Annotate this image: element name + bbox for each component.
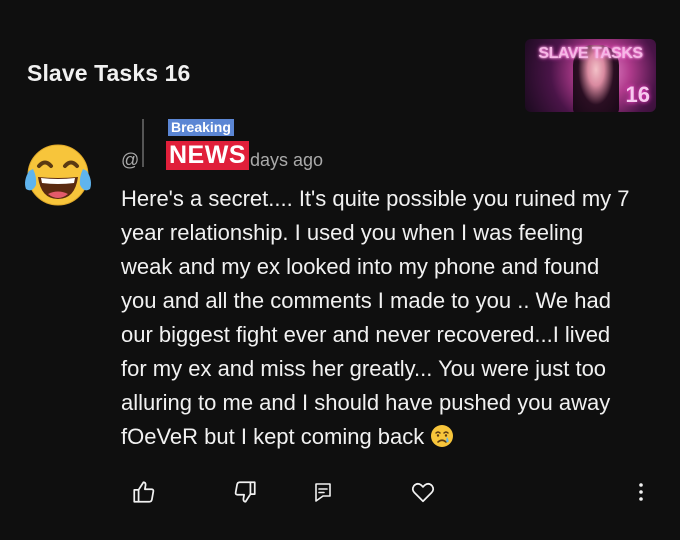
comment-line: Here's a secret.... It's quite possible … <box>121 186 630 211</box>
comment-line: our biggest fight ever and never recover… <box>121 322 611 347</box>
avatar[interactable] <box>20 139 96 211</box>
crying-face-emoji-icon <box>431 425 454 447</box>
comment-line: alluring to me and I should have pushed … <box>121 390 611 415</box>
badge-divider <box>142 119 144 167</box>
thumbnail-title-text: SLAVE TASKS <box>538 45 643 62</box>
video-title[interactable]: Slave Tasks 16 <box>27 60 190 87</box>
thumbs-up-icon <box>133 481 155 503</box>
badge-breaking-label: Breaking <box>168 119 234 136</box>
heart-button[interactable] <box>409 478 437 506</box>
more-options-button[interactable] <box>627 478 655 506</box>
like-button[interactable] <box>130 478 158 506</box>
comment-line: for my ex and miss her greatly... You we… <box>121 356 607 381</box>
comment-line: weak and my ex looked into my phone and … <box>121 254 600 279</box>
dislike-button[interactable] <box>231 478 259 506</box>
more-vertical-icon <box>639 483 643 501</box>
comment-line: you and all the comments I made to you .… <box>121 288 611 313</box>
thumbnail-number-text: 16 <box>625 82 650 107</box>
tears-of-joy-emoji-icon <box>25 144 91 206</box>
badge-news-label: NEWS <box>166 141 249 170</box>
comment-timestamp[interactable]: days ago <box>250 150 323 171</box>
reply-button[interactable] <box>309 478 337 506</box>
thumbs-down-icon <box>234 481 256 503</box>
heart-icon <box>411 482 435 503</box>
comment-text: Here's a secret.... It's quite possible … <box>121 182 666 454</box>
at-sign: @ <box>121 150 140 170</box>
comment-last-line: fOeVeR but I kept coming back <box>121 420 666 454</box>
comment-line: fOeVeR but I kept coming back <box>121 424 425 449</box>
video-thumbnail[interactable]: SLAVE TASKS 16 <box>525 39 656 112</box>
reply-comment-icon <box>315 483 331 502</box>
comment-line: year relationship. I used you when I was… <box>121 220 584 245</box>
